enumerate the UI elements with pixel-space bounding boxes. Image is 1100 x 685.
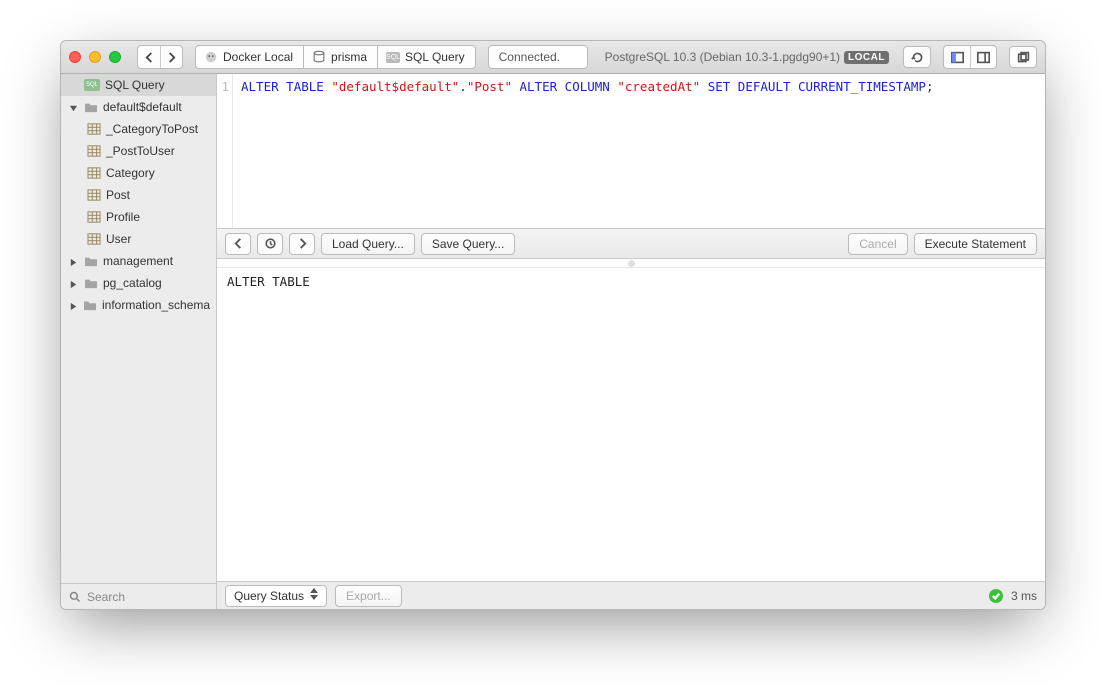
sidebar-search[interactable]: Search: [61, 583, 216, 609]
table-icon: [87, 166, 101, 180]
breadcrumb: Docker Local prisma SQL SQL Query: [195, 45, 476, 69]
chevron-down-icon[interactable]: [69, 102, 79, 112]
folder-icon: [83, 298, 97, 312]
breadcrumb-item[interactable]: Docker Local: [195, 45, 303, 69]
nav-back-button[interactable]: [138, 46, 160, 68]
refresh-button[interactable]: [903, 46, 931, 68]
tree-item-label: User: [106, 232, 131, 246]
tree-item-label: SQL Query: [105, 78, 165, 92]
tree-item[interactable]: pg_catalog: [61, 272, 216, 294]
tree-item[interactable]: default$default: [61, 96, 216, 118]
chevron-right-icon[interactable]: [69, 256, 79, 266]
minimize-window-button[interactable]: [89, 51, 101, 63]
tree-item[interactable]: Post: [61, 184, 216, 206]
tree-item-label: Profile: [106, 210, 140, 224]
db-version: PostgreSQL 10.3 (Debian 10.3-1.pgdg90+1)…: [605, 50, 889, 64]
windows-button[interactable]: [1009, 46, 1037, 68]
folder-icon: [84, 254, 98, 268]
sql-code[interactable]: ALTER TABLE "default$default"."Post" ALT…: [233, 74, 1045, 228]
breadcrumb-label: SQL Query: [405, 50, 465, 64]
tree-item[interactable]: _CategoryToPost: [61, 118, 216, 140]
statusbar: Query Status Export... 3 ms: [217, 581, 1045, 609]
titlebar: Docker Local prisma SQL SQL Query Connected…: [61, 41, 1045, 74]
tree-item[interactable]: Profile: [61, 206, 216, 228]
execute-statement-button[interactable]: Execute Statement: [914, 233, 1037, 255]
connection-status: Connected.: [488, 45, 588, 69]
layout-left-icon[interactable]: [944, 46, 970, 68]
close-window-button[interactable]: [69, 51, 81, 63]
app-window: Docker Local prisma SQL SQL Query Connected…: [60, 40, 1046, 610]
history-back-button[interactable]: [225, 233, 251, 255]
tree-item-label: Post: [106, 188, 130, 202]
breadcrumb-label: prisma: [331, 50, 367, 64]
zoom-window-button[interactable]: [109, 51, 121, 63]
line-gutter: 1: [217, 74, 233, 228]
split-drag-handle[interactable]: [217, 259, 1045, 268]
tree-item[interactable]: management: [61, 250, 216, 272]
breadcrumb-item[interactable]: SQL SQL Query: [377, 45, 476, 69]
table-icon: [87, 122, 101, 136]
load-query-button[interactable]: Load Query...: [321, 233, 415, 255]
elephant-icon: [204, 50, 218, 64]
save-query-button[interactable]: Save Query...: [421, 233, 515, 255]
tree-item[interactable]: _PostToUser: [61, 140, 216, 162]
sidebar: SQL SQL Query default$default _CategoryToPo…: [61, 74, 217, 609]
breadcrumb-label: Docker Local: [223, 50, 293, 64]
tree-item-label: _PostToUser: [106, 144, 175, 158]
tree-item-label: information_schema: [102, 298, 210, 312]
tree-item[interactable]: SQL SQL Query: [61, 74, 216, 96]
history-button[interactable]: [257, 233, 283, 255]
sql-icon: SQL: [386, 50, 400, 64]
table-icon: [87, 232, 101, 246]
cancel-button[interactable]: Cancel: [848, 233, 907, 255]
tree-item-label: pg_catalog: [103, 276, 162, 290]
tree-item-label: Category: [106, 166, 155, 180]
query-toolbar: Load Query... Save Query... Cancel Execu…: [217, 229, 1045, 259]
breadcrumb-item[interactable]: prisma: [303, 45, 377, 69]
tree-item[interactable]: User: [61, 228, 216, 250]
db-icon: [312, 50, 326, 64]
folder-icon: [84, 100, 98, 114]
chevron-right-icon[interactable]: [69, 278, 79, 288]
results-pane: ALTER TABLE: [217, 268, 1045, 581]
table-icon: [87, 188, 101, 202]
export-button[interactable]: Export...: [335, 585, 402, 607]
sql-icon: SQL: [84, 79, 100, 91]
table-icon: [87, 210, 101, 224]
layout-right-icon[interactable]: [970, 46, 996, 68]
tree-item[interactable]: information_schema: [61, 294, 216, 316]
history-forward-button[interactable]: [289, 233, 315, 255]
tree-item[interactable]: Category: [61, 162, 216, 184]
window-controls: [69, 51, 121, 63]
results-output: ALTER TABLE: [227, 274, 310, 289]
layout-toggle[interactable]: [943, 45, 997, 69]
search-icon: [69, 591, 81, 603]
nav-forward-button[interactable]: [160, 46, 182, 68]
folder-icon: [84, 276, 98, 290]
sql-editor[interactable]: 1 ALTER TABLE "default$default"."Post" A…: [217, 74, 1045, 229]
tree-item-label: management: [103, 254, 173, 268]
query-status-popup[interactable]: Query Status: [225, 585, 327, 607]
tree-item-label: default$default: [103, 100, 182, 114]
tree-item-label: _CategoryToPost: [106, 122, 198, 136]
success-icon: [989, 589, 1003, 603]
table-icon: [87, 144, 101, 158]
chevron-right-icon[interactable]: [69, 300, 78, 310]
elapsed-time: 3 ms: [1011, 589, 1037, 603]
schema-tree: SQL SQL Query default$default _CategoryToPo…: [61, 74, 216, 583]
search-placeholder: Search: [87, 590, 125, 604]
local-badge: LOCAL: [844, 51, 889, 64]
